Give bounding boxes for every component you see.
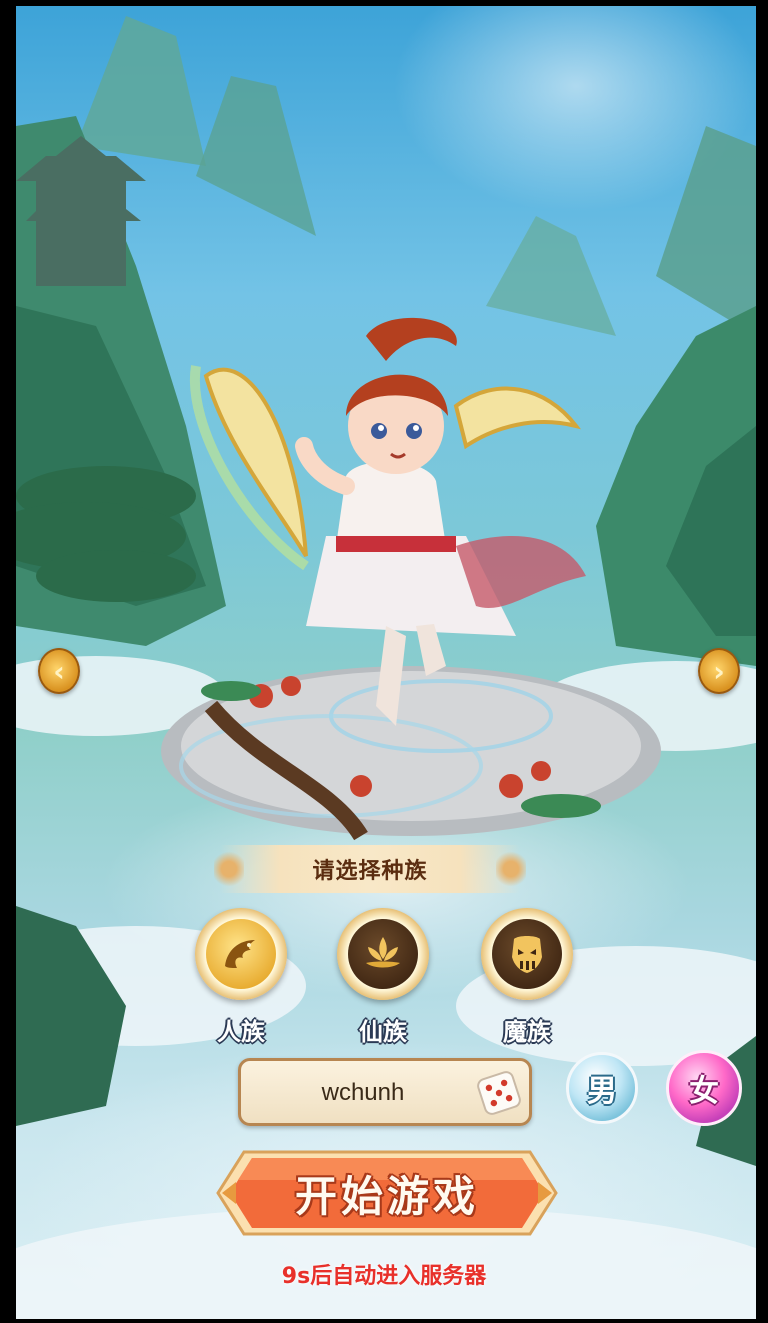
race-option-core — [206, 919, 276, 989]
race-option-label: 仙族 — [359, 1018, 407, 1046]
demon-mask-icon — [512, 936, 542, 973]
race-option-ring — [481, 908, 573, 1000]
next-character-button[interactable]: › — [698, 648, 740, 694]
gender-female-label: 女 — [689, 1074, 719, 1109]
character-name-box — [238, 1058, 532, 1126]
race-option-label: 魔族 — [503, 1018, 551, 1046]
chevron-right-icon: › — [713, 654, 725, 688]
gender-male-label: 男 — [587, 1074, 617, 1109]
dice-icon[interactable] — [473, 1067, 525, 1119]
race-option-label: 人族 — [217, 1018, 265, 1046]
race-option-core — [492, 919, 562, 989]
race-option-demon[interactable]: 魔族 — [472, 908, 582, 1048]
dragon-icon — [225, 940, 255, 968]
start-game-label: 开始游戏 — [294, 1171, 479, 1221]
race-option-human[interactable]: 人族 — [186, 908, 296, 1048]
race-option-ring — [195, 908, 287, 1000]
race-select-title: 请选择种族 — [214, 845, 526, 893]
hero-character — [189, 317, 586, 726]
race-option-ring — [337, 908, 429, 1000]
race-select-title-text: 请选择种族 — [312, 859, 428, 884]
prev-character-button[interactable]: ‹ — [38, 648, 80, 694]
auto-enter-countdown: 9s后自动进入服务器 — [281, 1264, 487, 1289]
character-name-input[interactable] — [261, 1071, 465, 1115]
race-option-fairy[interactable]: 仙族 — [328, 908, 438, 1048]
start-game-button[interactable]: 开始游戏 — [214, 1146, 560, 1240]
chevron-left-icon: ‹ — [53, 654, 65, 688]
lotus-icon — [366, 937, 400, 968]
gender-male-button[interactable]: 男 — [566, 1052, 638, 1124]
gender-female-button[interactable]: 女 — [666, 1050, 742, 1126]
race-option-core — [348, 919, 418, 989]
